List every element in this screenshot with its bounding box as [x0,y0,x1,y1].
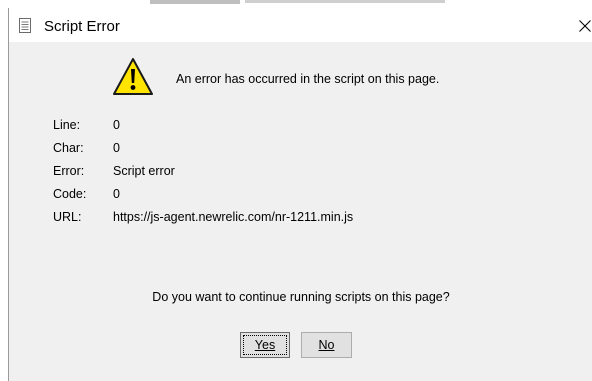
document-icon [19,18,31,33]
title-bar: Script Error [9,8,592,42]
detail-label: URL: [53,210,82,224]
detail-value: https://js-agent.newrelic.com/nr-1211.mi… [113,210,354,224]
detail-label: Code: [53,187,87,201]
detail-label: Char: [53,141,84,155]
detail-label: Error: [53,164,85,178]
detail-label: Line: [53,118,81,132]
no-button[interactable]: No [301,332,352,358]
no-button-label: No [318,338,335,352]
detail-value: Script error [113,164,175,178]
background-fragment [245,0,445,3]
yes-button-label: Yes [254,338,276,352]
window-title: Script Error [44,18,120,35]
warning-icon [112,56,154,98]
detail-value: 0 [113,141,120,155]
background-fragment [150,0,240,4]
continue-question: Do you want to continue running scripts … [152,290,450,304]
error-message: An error has occurred in the script on t… [176,72,440,86]
script-error-dialog: Script Error An error has occurred in th… [8,8,592,381]
detail-value: 0 [113,118,120,132]
yes-button[interactable]: Yes [240,332,290,358]
detail-value: 0 [113,187,120,201]
close-button[interactable] [557,8,592,42]
close-icon [579,20,591,32]
